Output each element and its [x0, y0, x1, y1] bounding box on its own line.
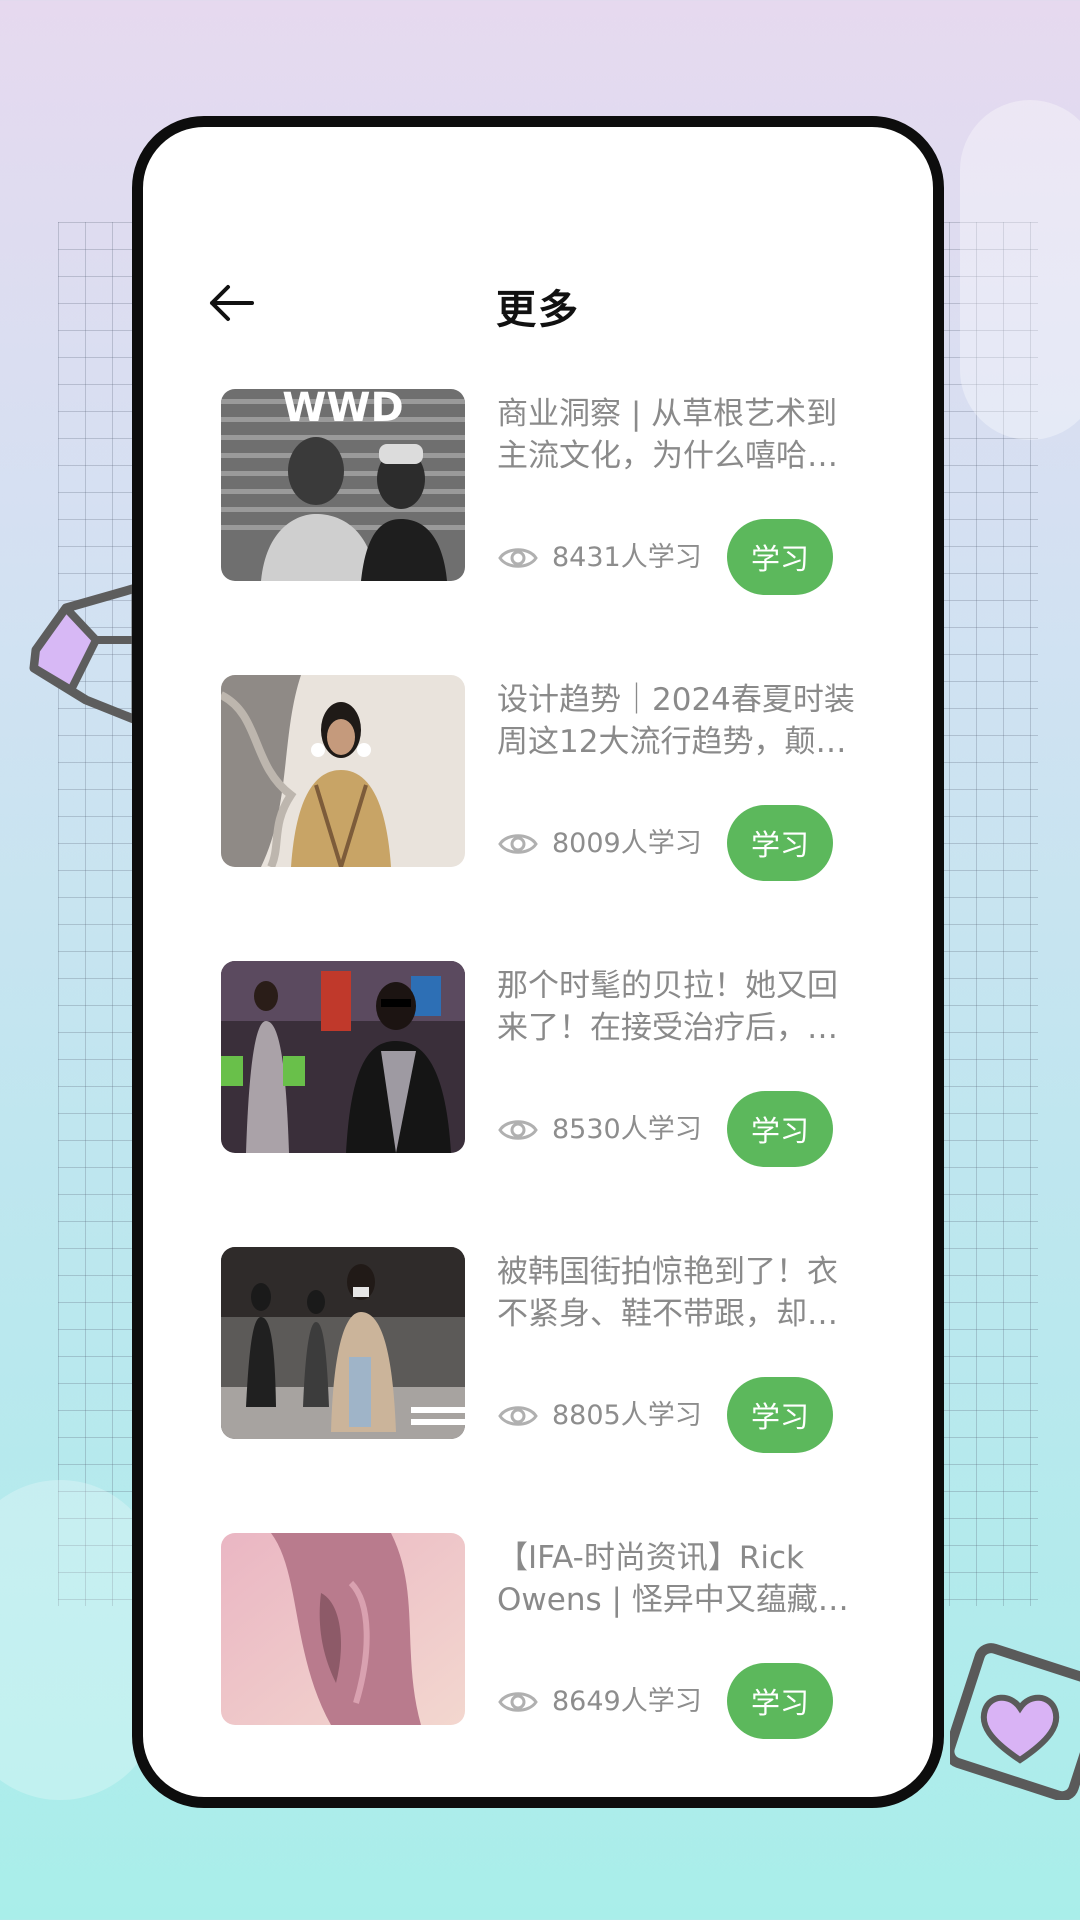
learner-count: 8009人学习 — [552, 828, 702, 859]
study-button[interactable]: 学习 — [727, 519, 833, 595]
eye-icon — [498, 1406, 538, 1426]
article-thumbnail — [221, 1533, 465, 1725]
list-item[interactable]: 设计趋势｜2024春夏时装周这12大流行趋势，颠覆性… 8009人学习 学习 — [143, 675, 933, 961]
article-title: 那个时髦的贝拉！她又回来了！在接受治疗后，带着… — [497, 968, 838, 1046]
learner-count: 8530人学习 — [552, 1114, 702, 1145]
list-item[interactable]: 【IFA-时尚资讯】Rick Owens | 怪异中又蕴藏着极… 8649人学习… — [143, 1533, 933, 1797]
list-item[interactable]: WWD 商业洞察 | 从草根艺术到主流文化，为什么嘻哈能够… 8431人学习 学… — [143, 389, 933, 675]
list-item[interactable]: 那个时髦的贝拉！她又回来了！在接受治疗后，带着… 8530人学习 学习 — [143, 961, 933, 1247]
eye-icon — [498, 1692, 538, 1712]
thumbnail-overlay-text: WWD — [282, 389, 403, 431]
article-thumbnail — [221, 1247, 465, 1439]
glass-decoration — [960, 100, 1080, 440]
article-title: 商业洞察 | 从草根艺术到主流文化，为什么嘻哈能够… — [497, 396, 838, 474]
study-button[interactable]: 学习 — [727, 1663, 833, 1739]
eye-icon — [498, 548, 538, 568]
article-title: 设计趋势｜2024春夏时装周这12大流行趋势，颠覆性… — [497, 682, 855, 760]
list-item[interactable]: 被韩国街拍惊艳到了！衣不紧身、鞋不带跟，却个个… 8805人学习 学习 — [143, 1247, 933, 1533]
phone-frame: 更多 WWD 商业洞察 | 从草根艺术到主流文化，为什么嘻哈能 8431人学习 … — [132, 116, 944, 1808]
learner-count: 8431人学习 — [552, 542, 702, 573]
study-button[interactable]: 学习 — [727, 1377, 833, 1453]
study-button[interactable]: 学习 — [727, 805, 833, 881]
study-button[interactable]: 学习 — [727, 1091, 833, 1167]
heart-card-decoration-icon — [950, 1643, 1080, 1800]
article-title: 被韩国街拍惊艳到了！衣不紧身、鞋不带跟，却个个… — [497, 1254, 838, 1332]
eye-icon — [498, 834, 538, 854]
article-thumbnail — [221, 961, 465, 1153]
article-list: WWD 商业洞察 | 从草根艺术到主流文化，为什么嘻哈能够… 8431人学习 学… — [143, 389, 933, 1797]
gem-decoration-icon — [29, 583, 136, 725]
eye-icon — [498, 1120, 538, 1140]
page-title: 更多 — [496, 287, 580, 333]
article-thumbnail — [221, 675, 465, 867]
article-title: 【IFA-时尚资讯】Rick Owens | 怪异中又蕴藏着极… — [497, 1540, 849, 1618]
learner-count: 8649人学习 — [552, 1686, 702, 1717]
article-thumbnail: WWD — [221, 389, 465, 581]
learner-count: 8805人学习 — [552, 1400, 702, 1431]
